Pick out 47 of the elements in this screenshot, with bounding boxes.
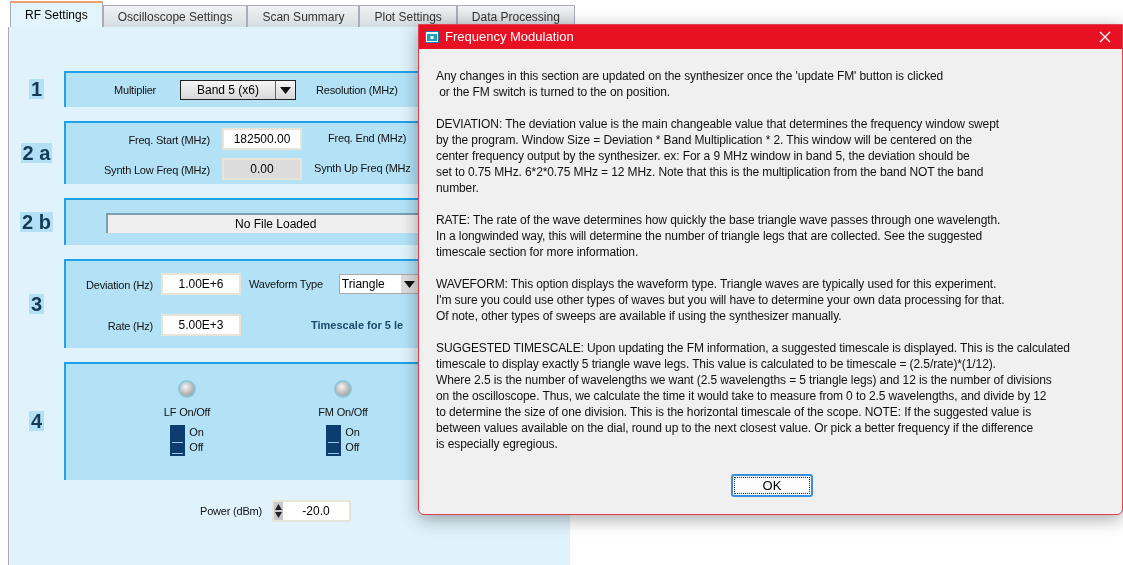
section-number: 2 a (20, 142, 53, 163)
field-label: Off (189, 440, 204, 455)
section-number: 1 (28, 79, 45, 99)
input-field[interactable]: 1.00E+6 (161, 273, 241, 295)
section-number: 4 (28, 411, 45, 431)
field-label: Multiplier (114, 82, 156, 98)
field-label: On (345, 425, 360, 440)
tab[interactable]: Scan Summary (247, 5, 360, 27)
field-label: Waveform Type (249, 276, 323, 292)
window-title: Frequency Modulation (445, 28, 574, 47)
field-label: FM On/Off (318, 405, 368, 420)
input-field[interactable]: 5.00E+3 (161, 314, 241, 336)
field-label: Resolution (MHz) (316, 82, 398, 98)
field-label: Rate (Hz) (107, 320, 153, 332)
field-label: Freq. End (MHz) (328, 131, 407, 147)
dropdown[interactable]: Band 5 (x6) (180, 80, 296, 100)
field-label: Synth Up Freq (MHz (314, 161, 411, 177)
section-number: 3 (28, 293, 45, 314)
tab[interactable]: RF Settings (10, 1, 103, 27)
field-label: Freq. Start (MHz) (128, 133, 210, 146)
app-icon (425, 31, 439, 43)
help-paragraph: Any changes in this section are updated on the synthesizer once the 'update FM' button is clicked or the FM switch is turned to the on position. (436, 68, 945, 100)
timescale-label: Timescale for 5 le (311, 317, 404, 333)
tab[interactable]: Oscilloscope Settings (102, 5, 248, 27)
field-label: On (189, 425, 204, 440)
dropdown-arrow-icon (280, 86, 291, 94)
section-number: 2 b (20, 211, 53, 232)
help-paragraph: DEVIATION: The deviation value is the main changeable value that determines the frequency window swept by the program. Window Size = Deviation * Band Multiplication * 2. This window will be centered on the center frequency output by the synthesizer. ex: For a 9 MHz window in band 5, the deviation should be set to 0.75 MHz. 6*2*0.75 MHz = 12 MHz. Note that this is the multiplication from the band NOT the band number. (436, 116, 1000, 196)
help-paragraph: SUGGESTED TIMESCALE: Upon updating the FM information, a suggested timescale is displayed. This is the calculated timescale to display exactly 5 triangle wave legs. This value is calculated to be timescale = (2.5/rate)*(1/12). Where 2.5 is the number of wavelengths we want (2.5 wavelengths = 5 triangle legs) and 12 is the number of divisions on the oscilloscope. Thus, we calculate the time it would take to measure from 0 to 2.5 wavelengths, and divide by 12 to determine the size of one division. This is the horizontal timescale of the scope. NOTE: If the suggested value is between values available on the dial, round up to the next closest value. Or pick a better frequency if the difference is especially egregious. (436, 340, 1071, 452)
toggle-switch[interactable] (170, 424, 186, 456)
dropdown-arrow-icon (403, 280, 415, 288)
field-label: Deviation (Hz) (86, 279, 153, 291)
field-label: LF On/Off (163, 405, 211, 420)
dropdown[interactable]: Triangle (338, 274, 419, 294)
tab[interactable]: Plot Settings (359, 5, 457, 27)
toggle-switch[interactable] (326, 424, 342, 456)
ok-button[interactable]: OK (731, 474, 813, 497)
field-label: Power (dBm) (200, 503, 262, 519)
help-paragraph: WAVEFORM: This option displays the waveform type. Triangle waves are typically used for this experiment. I'm sure you could use other types of waves but you will have to determine your own data processing for that. Of note, other types of sweeps are available if using the synthesizer manually. (436, 276, 1006, 324)
spinner-field[interactable]: -20.0 (272, 500, 351, 522)
field-label: Off (345, 440, 360, 455)
field-label: Synth Low Freq (MHz) (103, 163, 210, 176)
input-field[interactable]: 182500.00 (222, 127, 302, 150)
close-icon (1099, 31, 1111, 43)
input-field[interactable]: 0.00 (222, 157, 302, 180)
spinner-arrows-icon (274, 502, 283, 520)
close-button[interactable] (1098, 30, 1112, 44)
